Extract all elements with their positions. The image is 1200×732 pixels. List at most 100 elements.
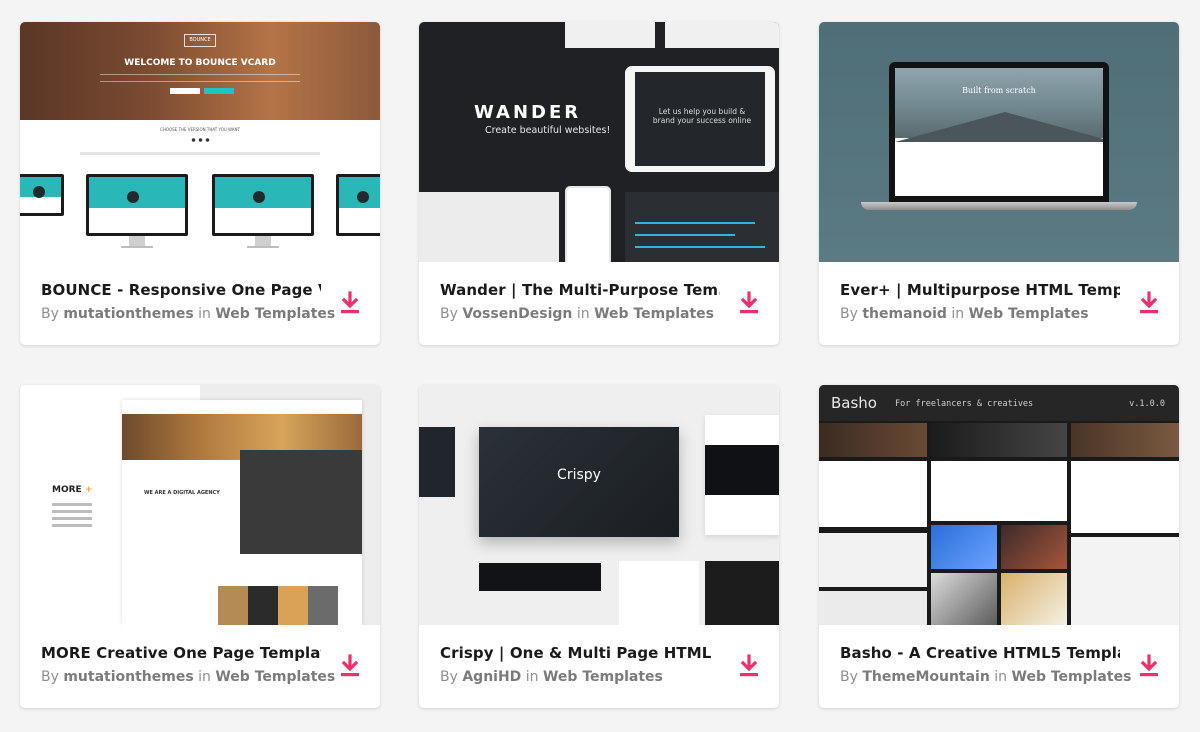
card-byline: By ThemeMountain in Web Templates xyxy=(840,667,1131,687)
template-card[interactable]: Basho For freelancers & creatives v.1.0.… xyxy=(819,385,1179,708)
thumbnail-agency-text: WE ARE A DIGITAL AGENCY xyxy=(144,490,220,496)
template-card[interactable]: MORE + WE ARE A DIGITAL AGENCY MORE Crea… xyxy=(20,385,380,708)
thumbnail-panel xyxy=(1071,537,1179,625)
download-icon xyxy=(1140,291,1158,314)
thumbnail-panel xyxy=(705,415,779,535)
author-link[interactable]: AgniHD xyxy=(462,669,521,685)
download-button[interactable] xyxy=(1137,290,1161,316)
card-info: MORE Creative One Page Template By mutat… xyxy=(41,643,335,687)
template-card[interactable]: WANDER Create beautiful websites! Let us… xyxy=(419,22,779,345)
thumbnail-dots xyxy=(190,138,212,142)
card-byline: By mutationthemes in Web Templates xyxy=(41,304,335,324)
thumbnail-panel xyxy=(619,561,699,625)
download-button[interactable] xyxy=(338,653,362,679)
template-thumbnail[interactable]: BOUNCE WELCOME TO BOUNCE VCARD CHOOSE TH… xyxy=(20,22,380,262)
download-button[interactable] xyxy=(737,290,761,316)
thumbnail-button xyxy=(170,88,200,94)
thumbnail-feature-list xyxy=(52,503,92,531)
template-thumbnail[interactable]: Crispy xyxy=(419,385,779,625)
card-info: Crispy | One & Multi Page HTML By AgniHD… xyxy=(440,643,720,687)
thumbnail-brand: MORE + xyxy=(52,485,93,495)
in-label: in xyxy=(951,306,965,322)
download-button[interactable] xyxy=(737,653,761,679)
thumbnail-panel xyxy=(819,591,927,625)
thumbnail-desc xyxy=(80,152,320,155)
thumbnail-topbar: Basho For freelancers & creatives v.1.0.… xyxy=(819,385,1179,421)
thumbnail-strip xyxy=(665,22,779,48)
category-link[interactable]: Web Templates xyxy=(215,306,335,322)
card-title[interactable]: MORE Creative One Page Template xyxy=(41,643,321,663)
template-card[interactable]: Built from scratch Ever+ | Multipurpose … xyxy=(819,22,1179,345)
template-card[interactable]: BOUNCE WELCOME TO BOUNCE VCARD CHOOSE TH… xyxy=(20,22,380,345)
thumbnail-brand: WANDER xyxy=(474,102,582,123)
thumbnail-laptop-base xyxy=(861,202,1137,210)
card-byline: By AgniHD in Web Templates xyxy=(440,667,720,687)
thumbnail-monitor xyxy=(20,174,64,216)
thumbnail-image xyxy=(931,525,997,569)
by-label: By xyxy=(440,306,458,322)
thumbnail-skills xyxy=(625,192,779,262)
thumbnail-image xyxy=(931,423,1067,457)
author-link[interactable]: mutationthemes xyxy=(63,669,193,685)
author-link[interactable]: VossenDesign xyxy=(462,306,572,322)
thumbnail-hero-title: WELCOME TO BOUNCE VCARD xyxy=(124,58,276,68)
download-button[interactable] xyxy=(1137,653,1161,679)
in-label: in xyxy=(198,306,211,322)
template-thumbnail[interactable]: Basho For freelancers & creatives v.1.0.… xyxy=(819,385,1179,625)
thumbnail-choose-text: CHOOSE THE VERSION THAT YOU WANT xyxy=(160,127,240,132)
author-link[interactable]: ThemeMountain xyxy=(862,669,989,685)
category-link[interactable]: Web Templates xyxy=(215,669,335,685)
by-label: By xyxy=(440,669,458,685)
thumbnail-panel xyxy=(419,427,455,497)
author-link[interactable]: mutationthemes xyxy=(63,306,193,322)
thumbnail-tagline: Create beautiful websites! xyxy=(485,125,611,136)
thumbnail-monitor-foot xyxy=(247,246,279,248)
download-icon xyxy=(341,291,359,314)
thumbnail-image xyxy=(819,423,927,457)
thumbnail-hero-sub xyxy=(100,74,300,82)
thumbnail-monitor-stand xyxy=(255,236,271,246)
thumbnail-monitor xyxy=(336,174,380,236)
card-title[interactable]: Wander | The Multi-Purpose Tem... xyxy=(440,280,720,300)
thumbnail-panel xyxy=(819,533,927,587)
card-info: BOUNCE - Responsive One Page V... By mut… xyxy=(41,280,335,324)
download-icon xyxy=(740,654,758,677)
card-title[interactable]: Basho - A Creative HTML5 Templa... xyxy=(840,643,1120,663)
by-label: By xyxy=(41,669,59,685)
thumbnail-image xyxy=(1071,423,1179,457)
thumbnail-monitor-stand xyxy=(129,236,145,246)
in-label: in xyxy=(525,669,539,685)
thumbnail-button xyxy=(204,88,234,94)
author-link[interactable]: themanoid xyxy=(862,306,947,322)
download-button[interactable] xyxy=(338,290,362,316)
in-label: in xyxy=(994,669,1008,685)
thumbnail-version: v.1.0.0 xyxy=(1129,399,1165,409)
template-card[interactable]: Crispy Crispy | One & Multi Page HTML By… xyxy=(419,385,779,708)
thumbnail-site: WE ARE A DIGITAL AGENCY xyxy=(122,400,362,625)
download-icon xyxy=(740,291,758,314)
by-label: By xyxy=(41,306,59,322)
category-link[interactable]: Web Templates xyxy=(969,306,1089,322)
thumbnail-tablet-text: Let us help you build & brand your succe… xyxy=(652,107,752,125)
thumbnail-image xyxy=(1001,525,1067,569)
card-title[interactable]: BOUNCE - Responsive One Page V... xyxy=(41,280,321,300)
thumbnail-headline: Built from scratch xyxy=(962,86,1036,95)
card-byline: By mutationthemes in Web Templates xyxy=(41,667,335,687)
in-label: in xyxy=(198,669,211,685)
template-thumbnail[interactable]: WANDER Create beautiful websites! Let us… xyxy=(419,22,779,262)
category-link[interactable]: Web Templates xyxy=(543,669,663,685)
template-thumbnail[interactable]: Built from scratch xyxy=(819,22,1179,262)
card-info: Basho - A Creative HTML5 Templa... By Th… xyxy=(840,643,1131,687)
card-title[interactable]: Crispy | One & Multi Page HTML xyxy=(440,643,720,663)
thumbnail-panel xyxy=(931,461,1067,521)
category-link[interactable]: Web Templates xyxy=(1012,669,1132,685)
template-thumbnail[interactable]: MORE + WE ARE A DIGITAL AGENCY xyxy=(20,385,380,625)
thumbnail-logo: BOUNCE xyxy=(184,34,216,47)
thumbnail-panel xyxy=(705,561,779,625)
category-link[interactable]: Web Templates xyxy=(594,306,714,322)
thumbnail-brand: Basho xyxy=(831,394,877,412)
by-label: By xyxy=(840,306,858,322)
thumbnail-image xyxy=(931,573,997,625)
card-title[interactable]: Ever+ | Multipurpose HTML Temp... xyxy=(840,280,1120,300)
in-label: in xyxy=(576,306,590,322)
